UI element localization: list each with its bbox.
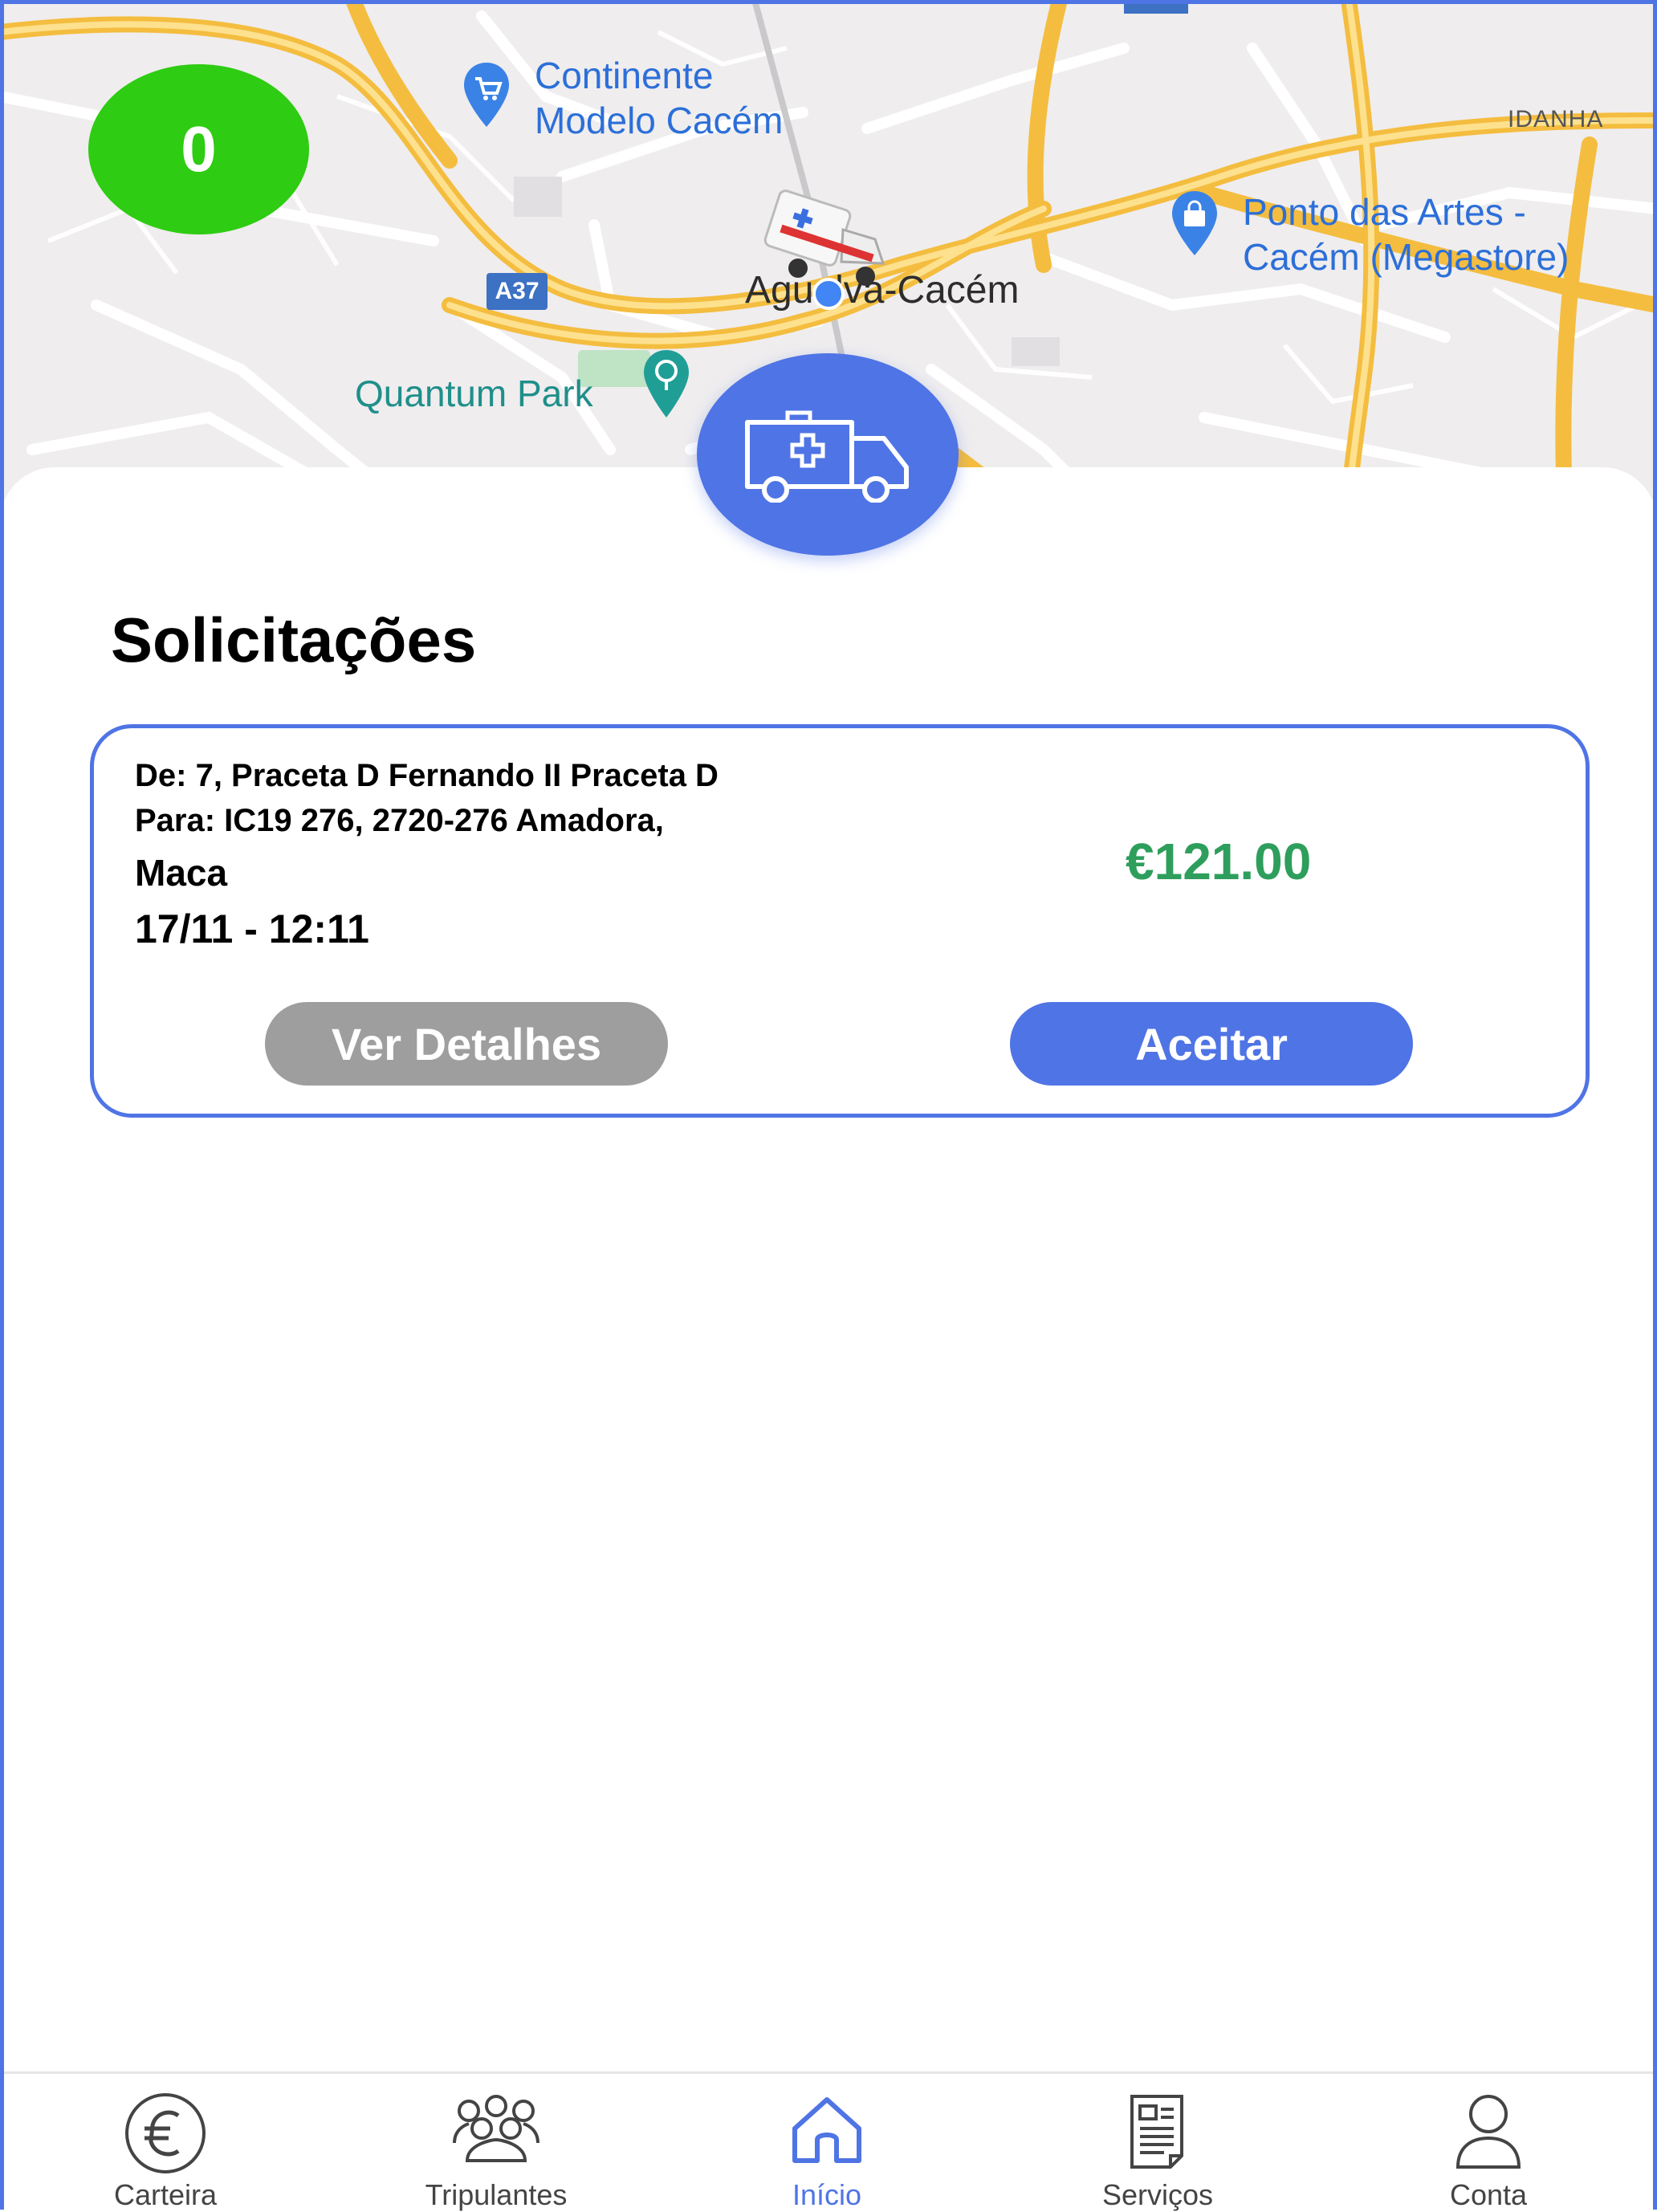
nav-label: Conta [1449, 2178, 1528, 2211]
page-title: Solicitações [111, 605, 477, 675]
nav-label: Tripulantes [425, 2178, 568, 2211]
euro-wallet-icon [125, 2093, 206, 2173]
shopping-cart-pin-icon[interactable] [464, 63, 509, 139]
poi-continente-label[interactable]: Continente Modelo Cacém [535, 53, 783, 143]
park-pin-icon[interactable] [644, 350, 689, 431]
bottom-nav: Carteira Tripulantes Início Serviços Con… [0, 2071, 1657, 2212]
highway-shield: A37 [487, 273, 548, 310]
request-to: Para: IC19 276, 2720-276 Amadora, [135, 803, 664, 838]
nav-item-conta[interactable]: Conta [1323, 2074, 1654, 2212]
request-from: De: 7, Praceta D Fernando II Praceta D [135, 758, 719, 793]
shopping-bag-pin-icon[interactable] [1172, 191, 1217, 267]
nav-item-servicos[interactable]: Serviços [992, 2074, 1323, 2212]
nav-label: Início [792, 2178, 862, 2211]
person-icon [1455, 2095, 1521, 2169]
home-icon [792, 2097, 861, 2163]
nav-label: Carteira [113, 2178, 218, 2211]
current-location-dot [812, 278, 845, 310]
poi-ponto-das-artes-label[interactable]: Ponto das Artes - Cacém (Megastore) [1243, 189, 1569, 279]
ambulance-icon [745, 410, 909, 503]
nav-item-inicio[interactable]: Início [662, 2074, 992, 2212]
ambulance-action-button[interactable] [697, 353, 959, 556]
bottom-sheet [0, 467, 1657, 2073]
district-idanha-label: IDANHA [1508, 106, 1604, 132]
online-count-badge[interactable]: 0 [88, 64, 309, 234]
view-details-button[interactable]: Ver Detalhes [265, 1002, 668, 1086]
nav-item-tripulantes[interactable]: Tripulantes [331, 2074, 662, 2212]
nav-label: Serviços [1101, 2178, 1214, 2211]
poi-quantum-park-label[interactable]: Quantum Park [355, 371, 593, 416]
document-icon [1130, 2095, 1183, 2169]
accept-button[interactable]: Aceitar [1010, 1002, 1413, 1086]
nav-item-carteira[interactable]: Carteira [0, 2074, 331, 2212]
request-price: €121.00 [1126, 833, 1312, 890]
ambulance-marker-icon[interactable] [763, 183, 899, 291]
request-datetime: 17/11 - 12:11 [135, 906, 369, 951]
crew-icon [453, 2095, 539, 2162]
request-type: Maca [135, 852, 228, 894]
